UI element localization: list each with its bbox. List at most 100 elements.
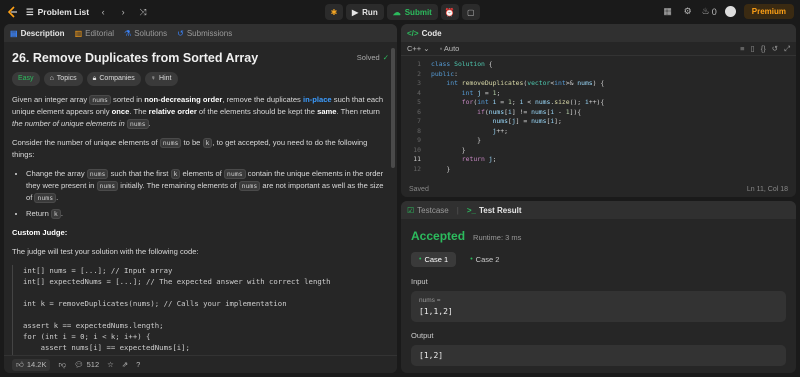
output-value: [1,2] — [419, 351, 444, 360]
help-button[interactable]: ? — [136, 360, 140, 369]
result-tab-bar: ☑ Testcase | >_ Test Result — [401, 201, 796, 219]
problem-title-row: 26. Remove Duplicates from Sorted Array … — [12, 52, 389, 65]
problem-description: 26. Remove Duplicates from Sorted Array … — [4, 42, 397, 373]
fire-icon: ♨ — [701, 6, 710, 16]
problem-list-label: Problem List — [37, 7, 90, 17]
pass-dot-icon: • — [419, 256, 422, 263]
expand-icon[interactable]: ⤢ — [784, 44, 790, 54]
judge-text: The judge will test your solution with t… — [12, 247, 199, 256]
problem-list-button[interactable]: ☰ Problem List — [26, 7, 89, 18]
save-status: Saved — [409, 186, 429, 193]
run-button[interactable]: ▶ Run — [346, 4, 384, 20]
language-label: C++ — [407, 44, 422, 53]
dislike-button[interactable]: 👎︎ — [58, 360, 66, 370]
streak-counter[interactable]: ♨ 0 — [702, 6, 717, 18]
case-1-tab[interactable]: • Case 1 — [411, 252, 457, 267]
paragraph-2: Consider the number of unique elements o… — [12, 138, 368, 159]
tab-editorial[interactable]: ▥ Editorial — [75, 29, 114, 38]
case-2-tab[interactable]: • Case 2 — [462, 252, 507, 267]
list-item: Return k. — [26, 208, 389, 220]
comment-count: 512 — [86, 360, 100, 369]
tab-submissions-label: Submissions — [186, 28, 233, 38]
submit-label: Submit — [404, 7, 432, 17]
book-icon: ▥ — [74, 28, 83, 38]
star-icon: ☆ — [107, 360, 114, 369]
tab-submissions[interactable]: ↺ Submissions — [177, 29, 232, 38]
tab-test-result[interactable]: >_ Test Result — [467, 206, 522, 215]
avatar[interactable] — [724, 6, 736, 17]
alarm-icon: ⏰ — [444, 7, 455, 17]
tab-testcase-label: Testcase — [417, 205, 449, 215]
tab-description-label: Description — [20, 28, 65, 38]
settings-icon[interactable]: ⚙ — [682, 6, 694, 18]
braces-icon[interactable]: {} — [761, 44, 766, 54]
tab-solutions[interactable]: ⚗ Solutions — [124, 29, 167, 38]
layout-icon[interactable]: ▦ — [662, 6, 674, 18]
verdict-row: Accepted Runtime: 3 ms — [411, 229, 786, 243]
problem-title[interactable]: 26. Remove Duplicates from Sorted Array — [12, 52, 258, 65]
case-1-label: Case 1 — [424, 255, 449, 264]
bug-icon: ✱ — [330, 7, 338, 17]
timer-button[interactable]: ⏰ — [440, 4, 459, 20]
comments-button[interactable]: 💬︎ 512 — [74, 360, 99, 369]
case-tabs: • Case 1 • Case 2 — [411, 252, 786, 267]
like-button[interactable]: 👍︎ 14.2K — [12, 358, 51, 371]
shuffle-icon[interactable]: ⤨ — [137, 6, 149, 18]
list-icon: ☰ — [26, 6, 34, 17]
code-lines: class Solution { public: int removeDupli… — [431, 60, 605, 173]
in-place-link[interactable]: in-place — [303, 95, 332, 104]
share-button[interactable]: ⇗ — [122, 360, 128, 369]
run-label: Run — [362, 7, 378, 17]
checkbox-icon: ☑ — [407, 205, 415, 215]
left-tab-bar: ▤ Description ▥ Editorial ⚗ Solutions ↺ Subm… — [4, 24, 397, 42]
leetcode-logo-icon[interactable] — [6, 6, 18, 18]
question-icon: ? — [136, 360, 141, 369]
editor-status-bar: Saved Ln 11, Col 18 — [409, 186, 788, 193]
tab-testcase[interactable]: ☑ Testcase — [407, 206, 449, 215]
debug-button[interactable]: ✱ — [325, 4, 343, 20]
notes-button[interactable]: ▢ — [461, 4, 480, 20]
custom-judge-heading: Custom Judge: — [12, 228, 68, 237]
submit-button[interactable]: ☁ Submit — [386, 4, 438, 20]
favorite-button[interactable]: ☆ — [107, 360, 114, 369]
scrollbar[interactable] — [391, 48, 395, 168]
flask-icon: ⚗ — [124, 28, 132, 38]
case-2-label: Case 2 — [475, 255, 500, 264]
notes-icon[interactable]: ≡ — [740, 44, 744, 54]
streak-count: 0 — [711, 6, 717, 17]
thumbs-down-icon: 👎︎ — [58, 359, 67, 369]
terminal-icon: >_ — [466, 205, 476, 215]
cursor-position: Ln 11, Col 18 — [746, 186, 788, 193]
premium-button[interactable]: Premium — [743, 4, 794, 19]
tab-editorial-label: Editorial — [85, 28, 115, 38]
companies-label: Companies — [99, 75, 135, 82]
auto-mode-label: Auto — [443, 44, 460, 53]
requirements-list: Change the array nums such that the firs… — [12, 168, 389, 220]
topics-tag[interactable]: ⌂ Topics — [43, 72, 83, 86]
note-icon: ▢ — [467, 7, 475, 17]
line-numbers: 1 2 3 4 5 6 7 8 9 10 11 12 — [413, 60, 421, 173]
document-icon: ▤ — [10, 28, 18, 38]
cloud-upload-icon: ☁ — [392, 7, 401, 17]
tab-code[interactable]: </> Code — [407, 29, 442, 38]
companies-tag[interactable]: 🔒︎ Companies — [86, 72, 141, 86]
input-box: nums = [1,1,2] — [411, 291, 786, 322]
reset-icon[interactable]: ↺ — [772, 44, 778, 54]
output-box: [1,2] — [411, 345, 786, 366]
code-tab-bar: </> Code — [401, 24, 796, 42]
hint-tag[interactable]: ♀ Hint — [144, 72, 178, 86]
history-icon: ↺ — [177, 28, 184, 38]
tab-description[interactable]: ▤ Description — [10, 29, 65, 38]
difficulty-label: Easy — [18, 75, 34, 82]
auto-mode-toggle[interactable]: ◦ Auto — [440, 44, 460, 53]
verdict-label: Accepted — [411, 229, 466, 243]
hint-label: Hint — [159, 75, 172, 82]
code-editor[interactable]: 1 2 3 4 5 6 7 8 9 10 11 12 class Solution { public:… — [401, 56, 796, 174]
tag-icon: ⌂ — [49, 75, 54, 82]
next-problem-icon[interactable]: › — [117, 6, 129, 18]
language-select[interactable]: C++ ⌄ — [407, 44, 430, 53]
thumbs-up-icon: 👍︎ — [16, 359, 24, 369]
prev-problem-icon[interactable]: ‹ — [97, 6, 109, 18]
bookmark-icon[interactable]: ▯ — [751, 44, 755, 54]
tab-solutions-label: Solutions — [134, 28, 168, 38]
